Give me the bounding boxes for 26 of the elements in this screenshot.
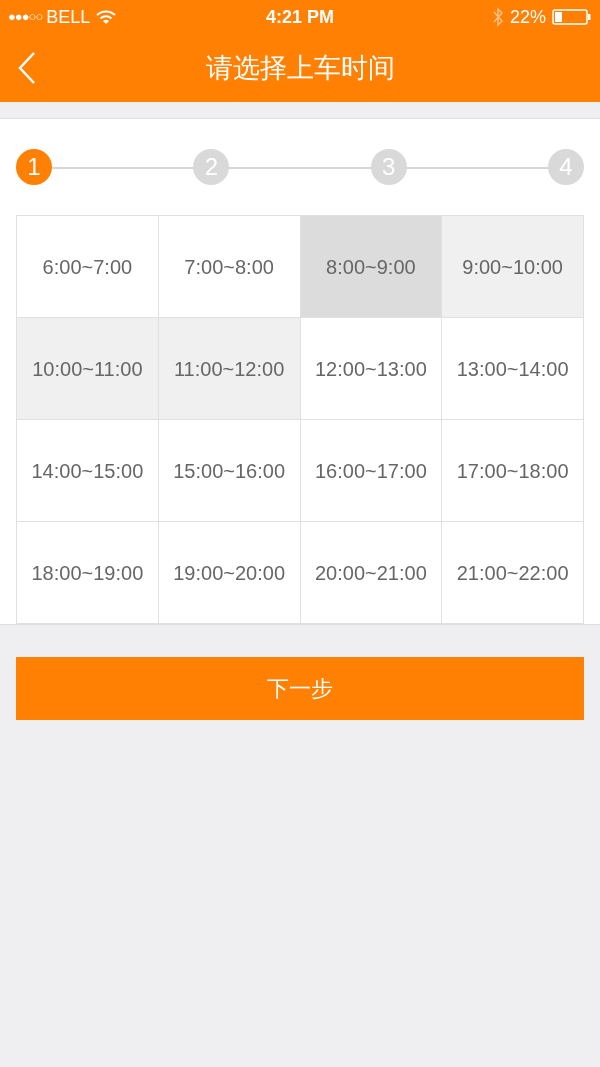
time-slot[interactable]: 21:00~22:00 bbox=[442, 522, 584, 624]
time-slot[interactable]: 13:00~14:00 bbox=[442, 318, 584, 420]
wifi-icon bbox=[96, 9, 117, 25]
time-slot[interactable]: 7:00~8:00 bbox=[158, 216, 301, 318]
bluetooth-icon bbox=[491, 7, 504, 27]
battery-percentage: 22% bbox=[509, 5, 546, 29]
time-slot[interactable]: 12:00~13:00 bbox=[300, 318, 443, 420]
time-slot[interactable]: 17:00~18:00 bbox=[442, 420, 584, 522]
time-slot[interactable]: 20:00~21:00 bbox=[300, 522, 443, 624]
time-slot[interactable]: 19:00~20:00 bbox=[158, 522, 301, 624]
time-slot[interactable]: 16:00~17:00 bbox=[300, 420, 443, 522]
time-slot[interactable]: 9:00~10:00 bbox=[442, 216, 584, 318]
time-slot[interactable]: 18:00~19:00 bbox=[17, 522, 159, 624]
page-title: 请选择上车时间 bbox=[205, 51, 395, 85]
time-slot[interactable]: 14:00~15:00 bbox=[17, 420, 159, 522]
back-icon bbox=[18, 52, 36, 84]
carrier-name: BELL bbox=[46, 5, 91, 29]
time-slot[interactable]: 10:00~11:00 bbox=[17, 318, 159, 420]
signal-strength: ●●●○○ bbox=[8, 8, 43, 27]
time-slot[interactable]: 6:00~7:00 bbox=[17, 216, 159, 318]
battery-icon bbox=[552, 9, 592, 25]
time-slot[interactable]: 15:00~16:00 bbox=[158, 420, 301, 522]
time-slot[interactable]: 8:00~9:00 bbox=[300, 216, 443, 318]
time-slot[interactable]: 11:00~12:00 bbox=[158, 318, 301, 420]
clock-time: 4:21 PM bbox=[266, 5, 334, 29]
step-indicator: 1 bbox=[16, 149, 52, 185]
